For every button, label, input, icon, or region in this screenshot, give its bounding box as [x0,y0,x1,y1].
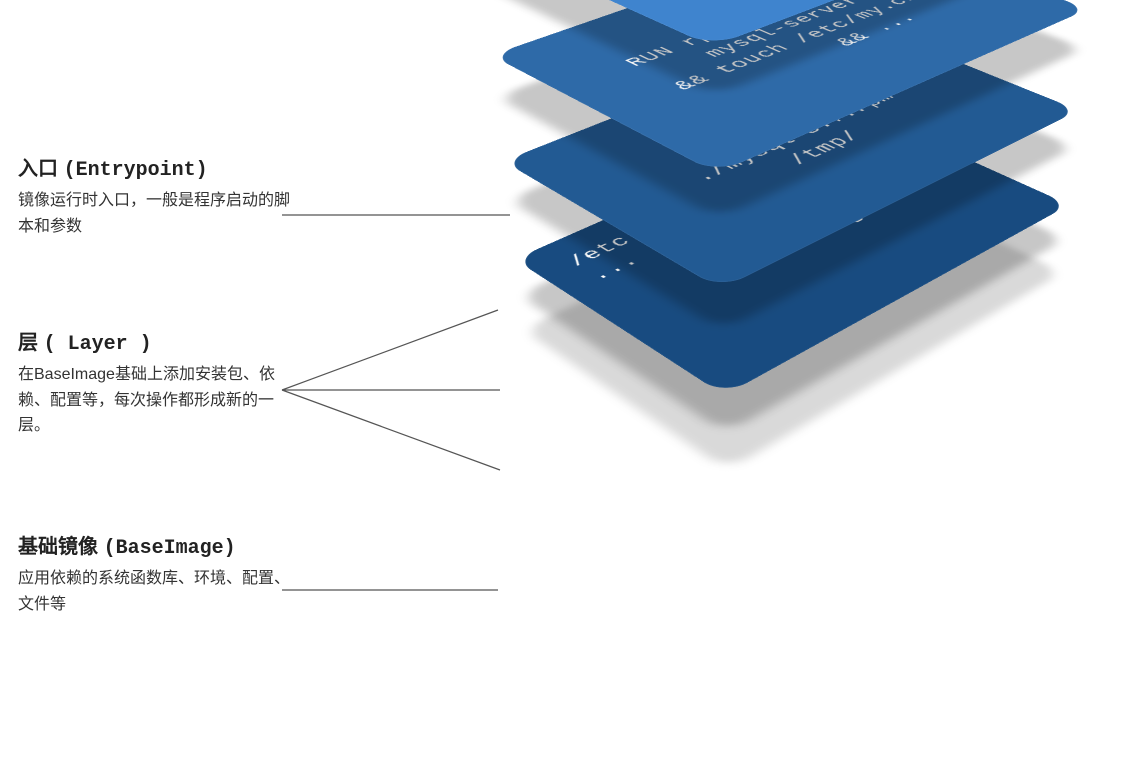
label-layer-title-zh: 层 [18,332,38,354]
label-entrypoint-title-en: (Entrypoint) [64,159,208,182]
label-layer-title-en: ( Layer ) [44,333,152,356]
label-baseimage-title-zh: 基础镜像 [18,536,98,558]
label-layer-title: 层 ( Layer ) [18,326,298,356]
label-baseimage: 基础镜像 (BaseImage) 应用依赖的系统函数库、环境、配置、文件等 [18,530,298,617]
label-entrypoint-desc: 镜像运行时入口，一般是程序启动的脚本和参数 [18,188,298,239]
label-layer-desc: 在BaseImage基础上添加安装包、依赖、配置等，每次操作都形成新的一层。 [18,362,298,439]
label-entrypoint-title: 入口 (Entrypoint) [18,152,298,182]
layer-stack-scene: /etc /lib /proc /bin ... Ubuntu 16.4 Bas… [480,0,1140,760]
label-baseimage-desc: 应用依赖的系统函数库、环境、配置、文件等 [18,566,298,617]
label-baseimage-title-en: (BaseImage) [104,537,236,560]
label-baseimage-title: 基础镜像 (BaseImage) [18,530,298,560]
label-entrypoint-title-zh: 入口 [18,158,58,180]
label-entrypoint: 入口 (Entrypoint) 镜像运行时入口，一般是程序启动的脚本和参数 [18,152,298,239]
label-layer: 层 ( Layer ) 在BaseImage基础上添加安装包、依赖、配置等，每次… [18,326,298,439]
